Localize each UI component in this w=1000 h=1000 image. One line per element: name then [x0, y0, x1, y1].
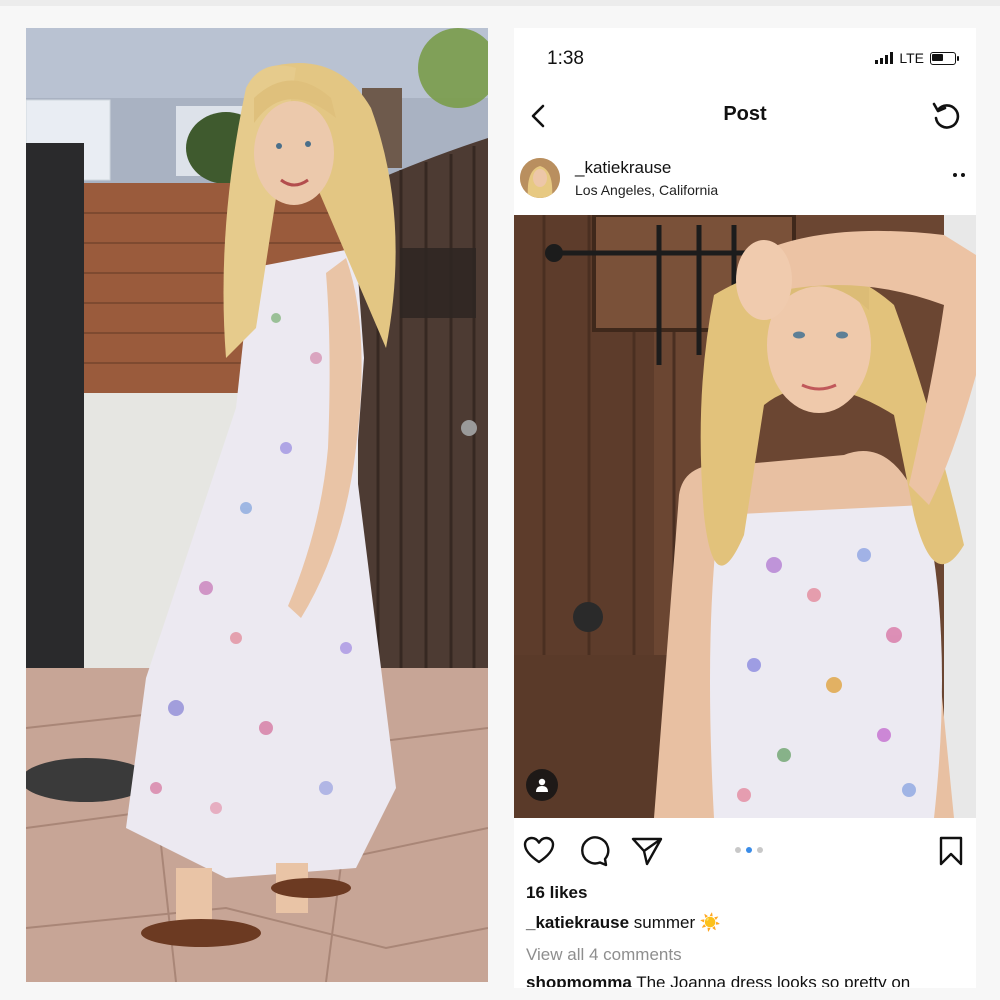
frame-top-bar: [0, 0, 1000, 6]
heart-icon[interactable]: [522, 834, 556, 868]
more-icon[interactable]: [948, 164, 970, 186]
carousel-indicator: [735, 847, 763, 853]
refresh-icon[interactable]: [928, 98, 964, 134]
status-indicators: LTE: [875, 50, 959, 66]
status-bar: 1:38 LTE: [514, 28, 976, 88]
left-photo-illustration: [26, 28, 488, 982]
nav-bar: Post: [514, 92, 976, 140]
bookmark-icon[interactable]: [934, 834, 968, 868]
carousel-dot: [746, 847, 752, 853]
network-label: LTE: [899, 50, 924, 66]
post-caption: _katiekrause summer ☀️: [526, 913, 721, 933]
comment-username[interactable]: shopmomma: [526, 973, 632, 987]
post-username[interactable]: _katiekrause: [575, 158, 671, 178]
send-icon[interactable]: [630, 834, 664, 868]
status-time: 1:38: [547, 48, 584, 69]
caption-text: summer: [633, 913, 696, 932]
likes-count[interactable]: 16 likes: [526, 883, 587, 903]
post-photo[interactable]: [514, 215, 976, 818]
post-header: _katiekrause Los Angeles, California: [514, 156, 976, 208]
comment-text: The Joanna dress looks so pretty on: [636, 973, 911, 987]
post-photo-illustration: [514, 215, 976, 818]
caption-username[interactable]: _katiekrause: [526, 913, 629, 932]
battery-icon: [930, 51, 959, 65]
user-tag-icon[interactable]: [526, 769, 558, 801]
avatar[interactable]: [520, 158, 560, 198]
battery-fill: [932, 53, 943, 61]
post-location[interactable]: Los Angeles, California: [575, 182, 718, 198]
comment-icon[interactable]: [576, 834, 610, 868]
instagram-post-screen: 1:38 LTE Post _katiekrause Los Angeles, …: [514, 28, 976, 988]
signal-icon: [875, 52, 894, 64]
carousel-dot: [735, 847, 741, 853]
post-actions: [514, 830, 976, 874]
view-comments-link[interactable]: View all 4 comments: [526, 945, 682, 965]
carousel-dot: [757, 847, 763, 853]
comment-preview: shopmomma The Joanna dress looks so pret…: [526, 973, 910, 987]
caption-emoji: ☀️: [699, 913, 722, 932]
left-photo: [26, 28, 488, 982]
page-title: Post: [723, 103, 767, 125]
